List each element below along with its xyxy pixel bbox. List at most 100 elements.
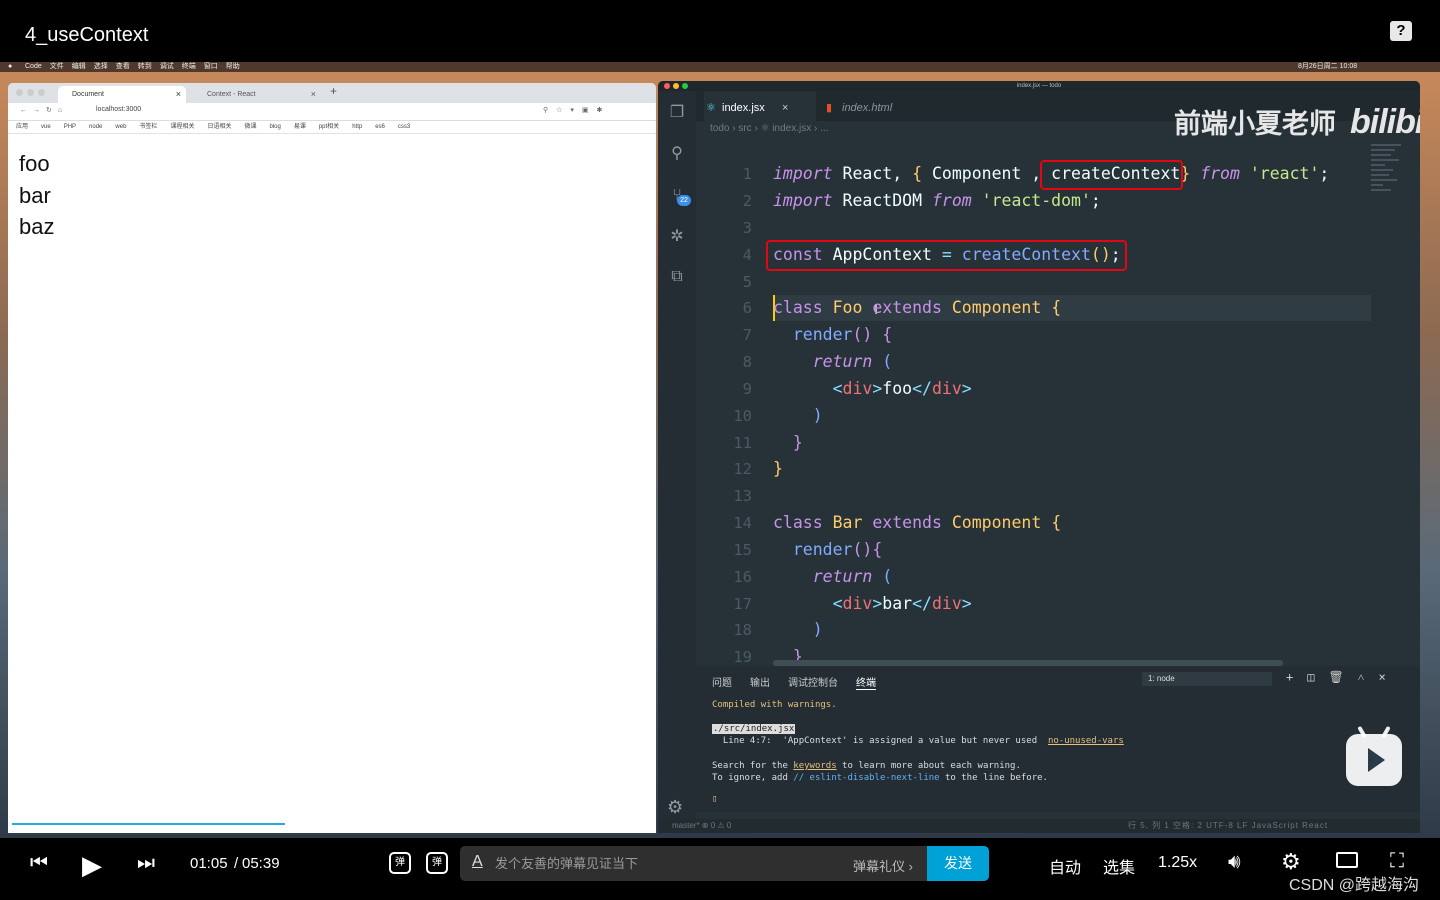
files-icon: ❐	[669, 104, 685, 121]
gear-icon: ⚙	[667, 797, 684, 817]
danmaku-input[interactable]	[495, 846, 825, 881]
terminal-code: // eslint-disable-next-line	[793, 773, 940, 783]
code-text: <div>bar</div>	[832, 594, 972, 613]
danmaku-toggle-icon[interactable]: 弹	[389, 852, 411, 874]
line-number: 5	[742, 273, 752, 291]
terminal-line: Compiled with warnings.	[712, 700, 837, 710]
terminal-text: To ignore, add	[712, 773, 794, 783]
code-text: class Bar extends Component {	[773, 513, 1062, 532]
mac-menu-item: 编辑	[71, 63, 86, 70]
browser-tab-strip: Document × Context - React × +	[8, 83, 656, 103]
player-controls: ⏮ ▶ ⏭ 01:05 / 05:39 弹 弹 A 弹幕礼仪 › 发送 自动 选…	[0, 838, 1440, 900]
help-icon[interactable]: ?	[1390, 21, 1412, 41]
code-line: 12}	[696, 456, 1382, 482]
danmaku-etiquette-link[interactable]: 弹幕礼仪 ›	[853, 856, 913, 875]
mac-menu-item: 调试	[159, 63, 174, 70]
danmaku-style-icon[interactable]: A	[472, 853, 483, 871]
line-number: 6	[742, 299, 752, 317]
line-number: 16	[733, 568, 752, 586]
line-number: 8	[742, 353, 752, 371]
rendered-page: foo bar baz	[8, 134, 656, 257]
tab-index-jsx: ⚛ index.jsx ×	[704, 91, 816, 121]
search-icon: ⚲	[671, 145, 683, 162]
mac-menu-item: 窗口	[203, 63, 218, 70]
browser-window: Document × Context - React × + ←→↻⌂ loca…	[8, 83, 656, 833]
bookmark: es6	[375, 124, 385, 130]
uploader-watermark: 前端小夏老师 bilibili	[1174, 102, 1420, 142]
bilibili-play-overlay-icon[interactable]	[1346, 725, 1402, 786]
code-line: 2 import ReactDOM from 'react-dom';	[696, 188, 1382, 214]
danmaku-input-box: A 弹幕礼仪 › 发送	[460, 846, 989, 881]
code-text: import ReactDOM from 'react-dom';	[773, 191, 1101, 210]
bookmark: node	[89, 124, 103, 130]
debug-icon: ✲	[670, 228, 684, 245]
code-line: 16 return (	[696, 564, 1382, 590]
close-icon: ×	[175, 89, 181, 99]
next-icon[interactable]: ⏭	[137, 852, 155, 875]
code-line: 5	[696, 269, 1382, 295]
line-number: 3	[742, 219, 752, 237]
terminal-text: Search for the	[712, 761, 794, 771]
panel-tab-problems: 问题	[712, 678, 732, 689]
warning-text: Line 4:7: 'AppContext' is assigned a val…	[712, 736, 1048, 746]
zoom-dot-icon	[682, 83, 688, 89]
code-line: 11 }	[696, 430, 1382, 456]
code-text: render() {	[792, 325, 893, 344]
code-line: 10 )	[696, 403, 1382, 429]
vscode-window: index.jsx — todo ❐ ⚲ ⑂ 22 ✲ ⧉ ⚙ ⚛ index.…	[658, 81, 1420, 833]
apple-icon: ●	[8, 63, 13, 70]
previous-icon[interactable]: ⏮	[30, 852, 48, 875]
code-line: 9 <div>foo</div>	[696, 376, 1382, 402]
minimize-dot-icon	[27, 89, 34, 96]
episodes-button[interactable]: 选集	[1103, 854, 1135, 878]
bookmark: blog	[269, 124, 281, 130]
video-title: 4_useContext	[25, 24, 149, 46]
auto-quality-button[interactable]: 自动	[1049, 854, 1081, 878]
code-text: class Foo extends Component {	[773, 298, 1062, 317]
play-icon[interactable]: ▶	[82, 850, 102, 881]
send-button[interactable]: 发送	[927, 846, 989, 881]
player-title-bar: 4_useContext ?	[0, 0, 1440, 62]
tab-label: index.html	[842, 102, 893, 114]
terminal-link: keywords	[793, 761, 837, 771]
speed-button[interactable]: 1.25x	[1158, 854, 1197, 872]
bookmark: vue	[41, 124, 51, 130]
extensions-icon: ⧉	[671, 268, 683, 285]
warning-rule: no-unused-vars	[1047, 736, 1124, 746]
fullscreen-icon[interactable]: ⛶	[1390, 850, 1404, 873]
terminal-toolbar-icons: +◫🗑︎˄×	[1286, 670, 1400, 684]
page-text-line: baz	[19, 214, 55, 239]
bookmark: 书签栏	[139, 124, 158, 130]
zoom-dot-icon	[38, 89, 45, 96]
code-line: 18 )	[696, 617, 1382, 643]
activity-bar: ❐ ⚲ ⑂ 22 ✲ ⧉ ⚙	[658, 91, 696, 833]
vscode-titlebar: index.jsx — todo	[658, 81, 1420, 91]
terminal-line: Search for the keywords to learn more ab…	[712, 761, 1021, 771]
mac-menubar: ● Code 文件 编辑 选择 查看 转到 调试 终端 窗口 帮助 8月26日周…	[0, 62, 1440, 72]
progress-bar[interactable]	[12, 823, 285, 825]
terminal-line: ./src/index.jsx	[712, 724, 796, 734]
mac-menu-item: 查看	[115, 63, 130, 70]
picture-in-picture-icon[interactable]	[1336, 852, 1358, 868]
tab-index-html: ▮ index.html	[824, 91, 892, 121]
video-frame[interactable]: ● Code 文件 编辑 选择 查看 转到 调试 终端 窗口 帮助 8月26日周…	[0, 62, 1440, 838]
browser-tab-context: Context - React ×	[193, 86, 321, 103]
bookmark: 应用	[16, 124, 29, 130]
terminal-cursor: ▯	[712, 794, 718, 804]
danmaku-settings-icon[interactable]: 弹	[426, 852, 448, 874]
html5-icon: ▮	[826, 102, 833, 114]
volume-icon[interactable]: 🔊︎	[1228, 851, 1241, 874]
tab-label: index.jsx	[722, 102, 765, 114]
code-text: return (	[812, 352, 893, 371]
terminal-text: to learn more about each warning.	[836, 761, 1021, 771]
code-text: return (	[812, 567, 893, 586]
code-line: 7 render() {	[696, 322, 1382, 348]
mac-menu-item: 选择	[93, 63, 108, 70]
mac-menu-item: Code	[25, 63, 42, 70]
line-number: 9	[742, 380, 752, 398]
line-number: 7	[742, 326, 752, 344]
bookmark: PHP	[63, 124, 77, 130]
status-left: master* ⊗ 0 ⚠ 0	[672, 821, 732, 830]
code-text: )	[812, 406, 823, 425]
mac-menu-item: 终端	[181, 63, 196, 70]
